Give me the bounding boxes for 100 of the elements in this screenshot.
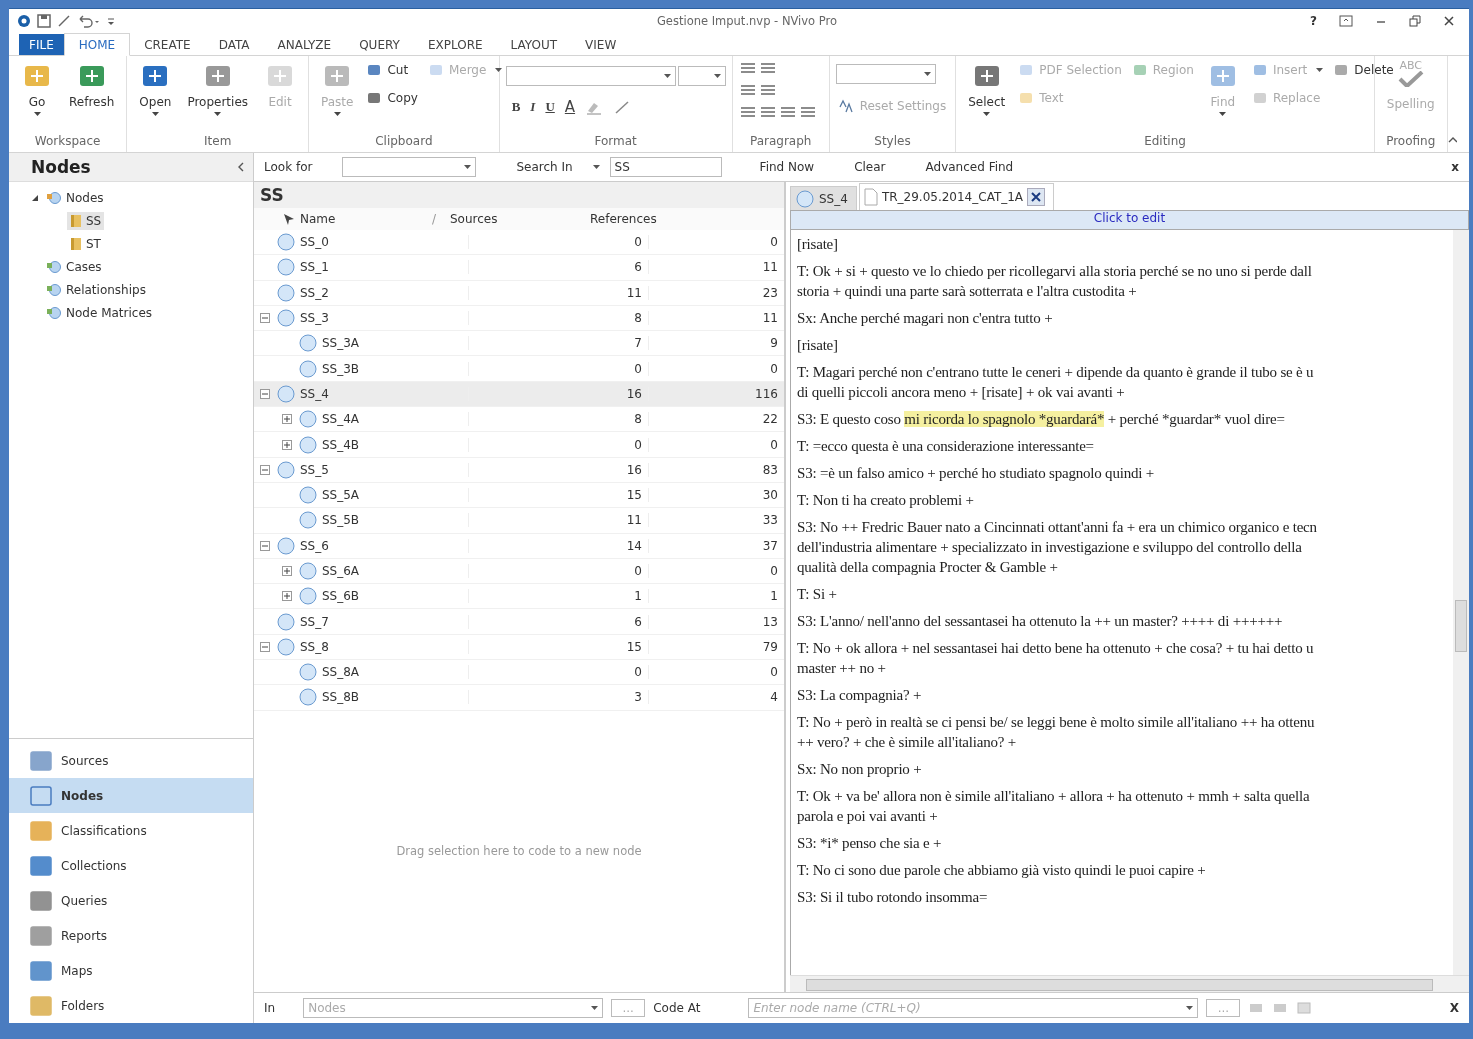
save-icon[interactable]	[37, 14, 51, 28]
expand-icon[interactable]	[282, 414, 292, 425]
command-button[interactable]: Cut	[363, 58, 412, 82]
node-row[interactable]: SS_4A 8 22	[254, 407, 784, 433]
format-button[interactable]: A	[564, 98, 576, 116]
collapse-icon[interactable]	[260, 313, 270, 324]
tree-item[interactable]: Nodes	[43, 188, 107, 207]
ribbon-tab[interactable]: FILE	[19, 34, 64, 55]
size-dropdown[interactable]	[677, 66, 726, 86]
node-row[interactable]: SS_6A 0 0	[254, 558, 784, 585]
document-tab[interactable]: SS_4	[790, 186, 857, 210]
ribbon-tab[interactable]: DATA	[204, 34, 264, 55]
ribbon-tab[interactable]: EXPLORE	[413, 34, 497, 55]
expand-icon[interactable]	[282, 439, 292, 450]
ribbon-tab[interactable]: ANALYZE	[263, 34, 346, 55]
look-for-field[interactable]	[342, 157, 477, 177]
command-button[interactable]: Refresh	[63, 58, 121, 111]
command-button[interactable]: Copy	[363, 86, 421, 110]
expand-icon[interactable]	[282, 566, 292, 576]
tree-item[interactable]: Node Matrices	[43, 303, 156, 322]
navigation-button[interactable]: Classifications	[9, 813, 253, 848]
clear-button[interactable]: Clear	[854, 160, 886, 174]
table-cell: 6	[468, 260, 648, 275]
table-cell: 79	[648, 639, 784, 654]
command-button[interactable]: Go	[15, 58, 59, 119]
navigation-button[interactable]: Sources	[9, 743, 253, 778]
navigation-button[interactable]: Maps	[9, 953, 253, 988]
close-find-button[interactable]: x	[1451, 160, 1459, 174]
navigation-button[interactable]: Folders	[9, 988, 253, 1023]
style-dropdown[interactable]	[835, 64, 936, 84]
collapse-panel-icon[interactable]	[237, 161, 245, 173]
navigation-button[interactable]: Nodes	[9, 778, 253, 813]
navigation-button[interactable]: Reports	[9, 918, 253, 953]
table-cell: 8	[468, 311, 648, 326]
navigation-button[interactable]: Collections	[9, 848, 253, 883]
help-button[interactable]: ?	[1310, 14, 1317, 28]
tree-item[interactable]: Relationships	[43, 280, 149, 299]
horizontal-scrollbar[interactable]	[790, 975, 1469, 992]
format-button[interactable]: I	[530, 99, 536, 115]
click-to-edit-bar[interactable]: Click to edit	[790, 210, 1469, 230]
expand-icon[interactable]	[282, 591, 292, 602]
expand-arrow-icon[interactable]	[31, 193, 39, 202]
column-header[interactable]: References	[584, 212, 774, 226]
node-row[interactable]: SS_1 6 11	[254, 255, 784, 281]
node-row[interactable]: SS_3 8 11	[254, 305, 784, 332]
pen-icon[interactable]	[57, 14, 71, 28]
ribbon-tab[interactable]: CREATE	[130, 34, 205, 55]
ribbon-tab[interactable]: QUERY	[345, 34, 414, 55]
format-button[interactable]: B	[511, 99, 521, 115]
command-button[interactable]: Delete	[1330, 58, 1397, 82]
close-tab-icon[interactable]	[1027, 188, 1046, 206]
font-dropdown[interactable]	[505, 66, 676, 86]
vertical-scrollbar[interactable]	[1453, 230, 1469, 975]
node-row[interactable]: SS_8A 0 0	[254, 660, 784, 686]
document-tab[interactable]: TR_29.05.2014_CAT_1A	[858, 183, 1055, 210]
navigation-button[interactable]: Queries	[9, 883, 253, 918]
tree-item[interactable]: SS	[67, 211, 105, 230]
advanced-find-button[interactable]: Advanced Find	[925, 160, 1014, 174]
node-row[interactable]: SS_4B 0 0	[254, 432, 784, 458]
close-icon[interactable]	[1443, 15, 1455, 27]
ribbon-tab[interactable]: VIEW	[571, 34, 631, 55]
column-header[interactable]: Sources	[444, 212, 584, 226]
node-row[interactable]: SS_3A 7 9	[254, 331, 784, 357]
find-now-button[interactable]: Find Now	[759, 160, 815, 174]
node-row[interactable]: SS_4 16 116	[254, 381, 784, 408]
format-button[interactable]: U	[545, 99, 555, 115]
search-in-dropdown[interactable]: Search In	[516, 160, 600, 174]
collapse-icon[interactable]	[260, 388, 270, 399]
node-row[interactable]: SS_3B 0 0	[254, 356, 784, 382]
node-row[interactable]: SS_5 16 83	[254, 457, 784, 483]
ribbon-display-icon[interactable]	[1339, 15, 1353, 27]
collapse-icon[interactable]	[260, 464, 270, 475]
collapse-icon[interactable]	[260, 641, 270, 652]
command-button[interactable]: Select	[962, 58, 1012, 119]
transcript-paragraph: S3: La compagnia? +	[797, 686, 923, 705]
restore-icon[interactable]	[1409, 15, 1421, 27]
node-row[interactable]: SS_6 14 37	[254, 533, 784, 559]
table-cell: 13	[648, 614, 784, 629]
node-row[interactable]: SS_6B 1 1	[254, 584, 784, 610]
tree-item[interactable]: ST	[67, 234, 104, 253]
node-name: SS_4	[299, 386, 330, 401]
ribbon-tab[interactable]: HOME	[63, 33, 131, 56]
command-button[interactable]: Open	[133, 58, 178, 119]
column-header[interactable]: Name	[300, 212, 432, 226]
command-button[interactable]: Properties	[181, 58, 255, 119]
node-row[interactable]: SS_8B 3 4	[254, 685, 784, 711]
search-in-field[interactable]: SS	[609, 157, 722, 177]
node-row[interactable]: SS_0 0 0	[254, 230, 784, 256]
node-row[interactable]: SS_2 11 23	[254, 280, 784, 306]
tree-item[interactable]: Cases	[43, 257, 105, 276]
close-code-bar-button[interactable]: X	[1449, 1001, 1459, 1015]
collapse-ribbon-icon[interactable]	[1447, 136, 1457, 144]
ribbon-tab[interactable]: LAYOUT	[496, 34, 572, 55]
collapse-icon[interactable]	[260, 540, 270, 551]
node-name: SS_5B	[321, 513, 361, 528]
undo-icon[interactable]	[77, 14, 101, 28]
node-row[interactable]: SS_5B 11 33	[254, 508, 784, 534]
node-row[interactable]: SS_8 15 79	[254, 634, 784, 661]
node-row[interactable]: SS_5A 15 30	[254, 482, 784, 509]
node-row[interactable]: SS_7 6 13	[254, 609, 784, 635]
